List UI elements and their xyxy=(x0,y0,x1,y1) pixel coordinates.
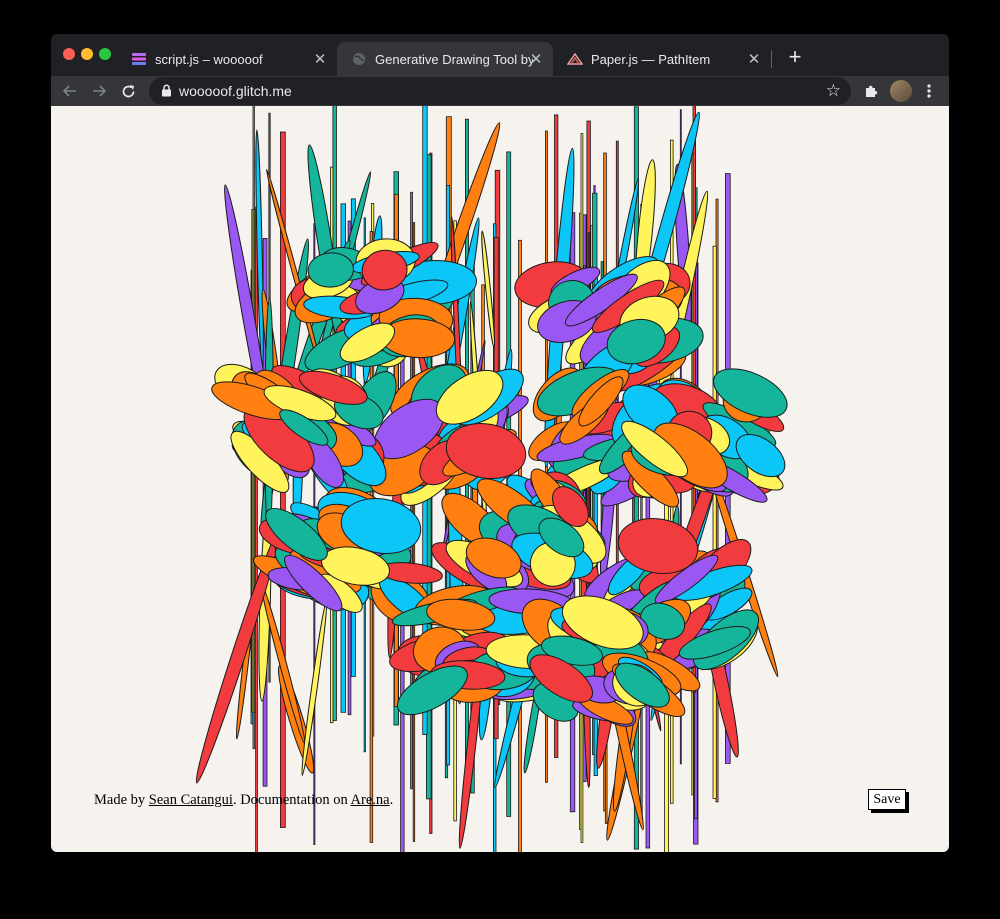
arrow-left-icon xyxy=(63,85,76,97)
tab-generative-drawing-tool[interactable]: Generative Drawing Tool by Sean Catangui… xyxy=(337,42,553,76)
close-tab-icon[interactable]: ✕ xyxy=(527,50,545,68)
tab-paperjs-pathitem[interactable]: Paper.js — PathItem ✕ xyxy=(553,42,771,76)
reload-icon xyxy=(122,84,134,97)
generative-drawing-canvas[interactable] xyxy=(51,106,949,852)
author-link[interactable]: Sean Catangui xyxy=(149,792,233,808)
tab-bar: script.js – wooooof ✕ Generative Drawing… xyxy=(51,34,949,76)
reload-button[interactable] xyxy=(117,80,139,102)
tab-title: Generative Drawing Tool by Sean Catangui xyxy=(375,51,533,67)
paperjs-icon xyxy=(567,51,583,67)
credits-suffix: . xyxy=(389,792,394,808)
page-content: Made by Sean Catangui. Documentation on … xyxy=(51,106,949,852)
new-tab-button[interactable]: + xyxy=(783,46,807,70)
close-window-button[interactable] xyxy=(63,48,75,60)
forward-button[interactable] xyxy=(88,80,110,102)
credits-middle: . Documentation on xyxy=(232,792,351,808)
art-stroke xyxy=(712,245,717,799)
glitch-icon xyxy=(131,51,147,67)
extensions-button[interactable] xyxy=(860,80,882,102)
back-button[interactable] xyxy=(59,80,81,102)
address-bar[interactable]: wooooof.glitch.me ☆ xyxy=(149,77,851,105)
arena-link[interactable]: Are.na xyxy=(351,792,390,808)
credits-prefix: Made by xyxy=(94,792,149,808)
globe-icon xyxy=(351,51,367,67)
tab-separator xyxy=(771,50,772,68)
tab-script-js[interactable]: script.js – wooooof ✕ xyxy=(117,42,337,76)
credits-line: Made by Sean Catangui. Documentation on … xyxy=(94,792,393,809)
browser-window: script.js – wooooof ✕ Generative Drawing… xyxy=(51,34,949,852)
url-text: wooooof.glitch.me xyxy=(179,83,292,99)
profile-avatar[interactable] xyxy=(890,80,912,102)
menu-button[interactable] xyxy=(918,80,940,102)
arrow-right-icon xyxy=(93,85,106,97)
tab-title: script.js – wooooof xyxy=(155,51,263,67)
maximize-window-button[interactable] xyxy=(99,48,111,60)
puzzle-icon xyxy=(865,85,877,97)
close-tab-icon[interactable]: ✕ xyxy=(311,50,329,68)
more-vertical-icon xyxy=(927,84,931,98)
save-button[interactable]: Save xyxy=(868,789,906,810)
tab-title: Paper.js — PathItem xyxy=(591,51,711,67)
lock-icon xyxy=(162,84,171,97)
close-tab-icon[interactable]: ✕ xyxy=(745,50,763,68)
bookmark-star-icon[interactable]: ☆ xyxy=(826,81,841,101)
browser-toolbar: wooooof.glitch.me ☆ xyxy=(51,76,949,106)
minimize-window-button[interactable] xyxy=(81,48,93,60)
art-stroke xyxy=(255,206,258,852)
